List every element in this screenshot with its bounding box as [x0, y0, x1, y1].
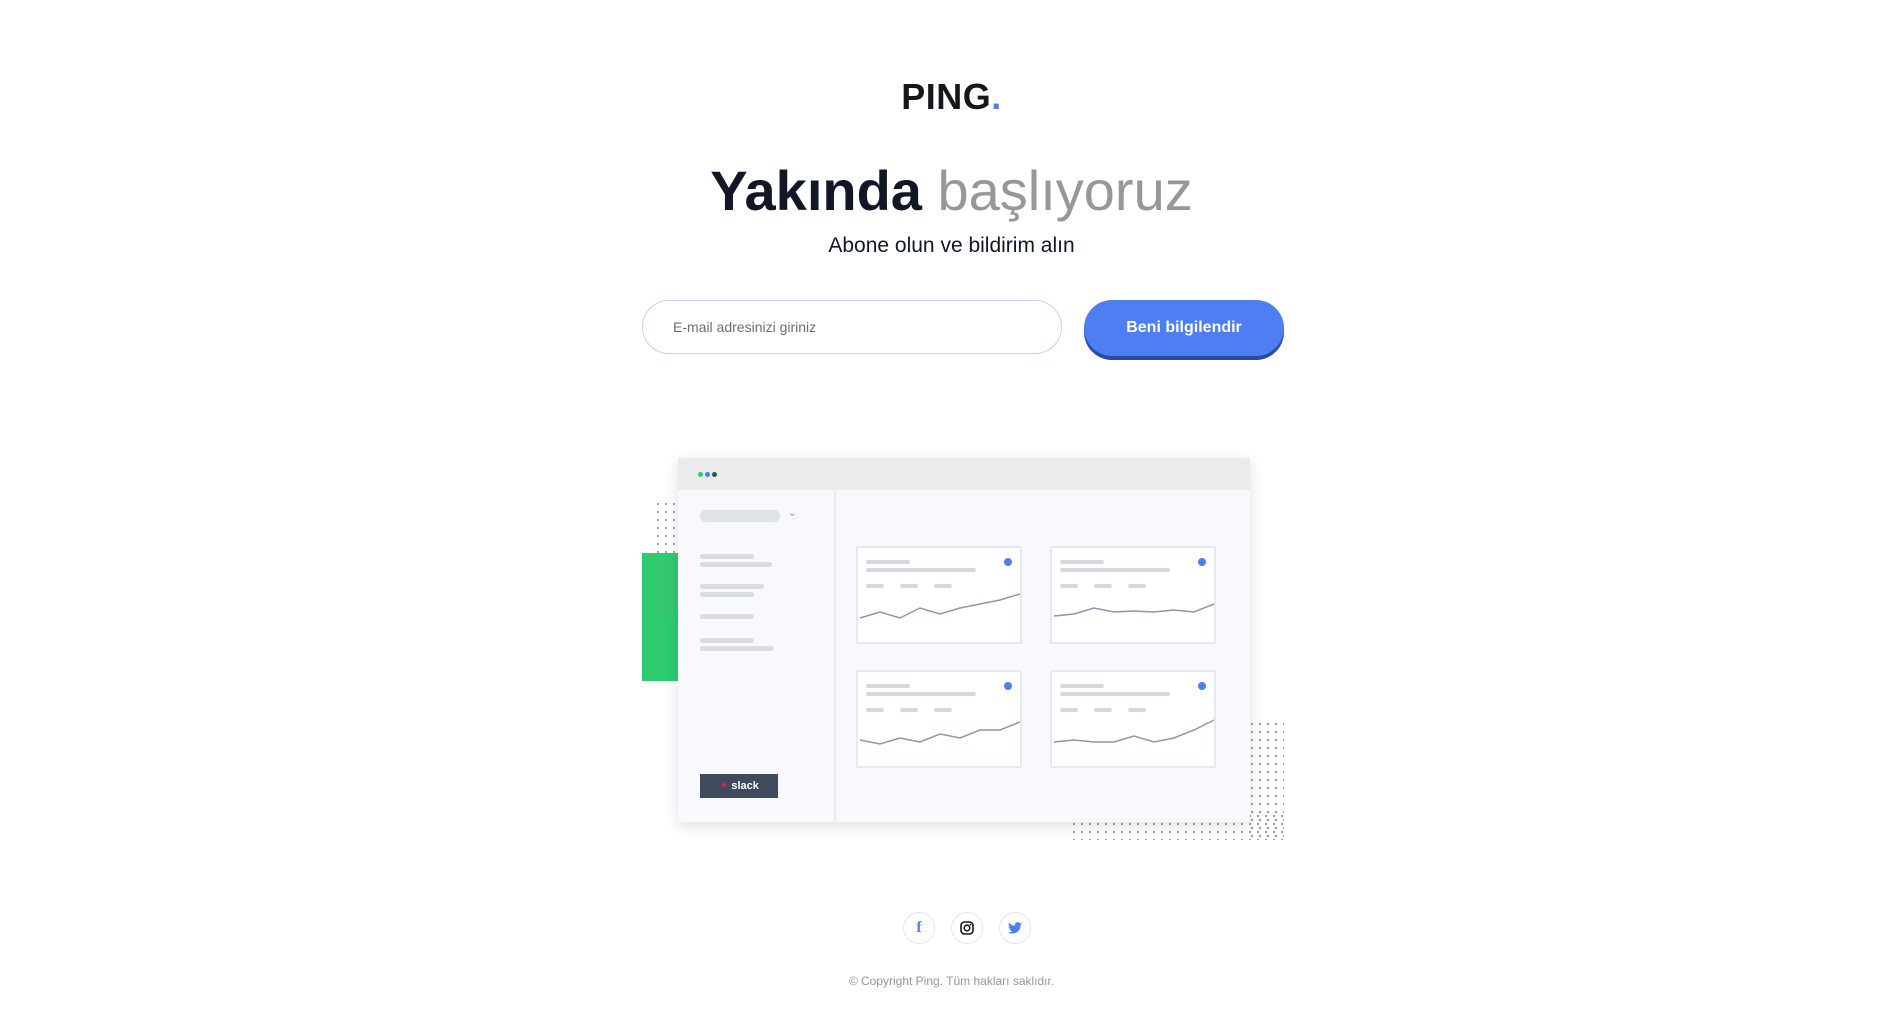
sidebar-line — [700, 584, 764, 589]
headline-light: başlıyoruz — [937, 159, 1193, 222]
sparkline — [859, 721, 1021, 745]
mockup-card — [1050, 670, 1216, 768]
chevron-down-icon: ⌄ — [788, 508, 797, 519]
window-dot-green — [698, 472, 703, 477]
window-titlebar — [678, 458, 1250, 490]
email-input[interactable] — [642, 300, 1062, 354]
sidebar-line — [700, 592, 754, 597]
notify-me-button[interactable]: Beni bilgilendir — [1084, 300, 1284, 356]
window-dot-blue — [705, 472, 710, 477]
logo-dot: . — [991, 76, 1002, 117]
coming-soon-page: PING. Yakında başlıyoruz Abone olun ve b… — [0, 0, 1903, 1032]
twitter-icon[interactable] — [999, 912, 1031, 944]
slack-badge: ✦ slack — [700, 774, 778, 798]
page-title: Yakında başlıyoruz — [0, 158, 1903, 224]
sparkline — [1053, 603, 1215, 617]
sidebar-line — [700, 646, 774, 651]
window-dot-dark — [712, 472, 717, 477]
headline-strong: Yakında — [710, 159, 922, 222]
sparkline — [859, 593, 1021, 619]
logo-text: PING — [901, 76, 992, 117]
logo: PING. — [0, 76, 1903, 118]
mockup-card — [856, 670, 1022, 768]
sidebar-line — [700, 554, 754, 559]
mockup-window: ⌄ ✦ slack — [678, 458, 1250, 822]
subtitle: Abone olun ve bildirim alın — [828, 234, 1075, 257]
sidebar-line — [700, 638, 754, 643]
mockup-card — [1050, 546, 1216, 644]
mockup-select — [700, 510, 780, 522]
dashboard-illustration: ⌄ ✦ slack — [640, 450, 1290, 850]
sidebar-line — [700, 562, 772, 567]
slack-icon: ✦ — [719, 780, 729, 792]
copyright-text: © Copyright Ping. Tüm hakları saklıdır. — [848, 974, 1055, 988]
sidebar-line — [700, 614, 754, 619]
mockup-sidebar: ⌄ ✦ slack — [678, 490, 836, 822]
slack-label: slack — [731, 780, 759, 792]
instagram-icon[interactable] — [951, 912, 983, 944]
facebook-icon[interactable]: f — [903, 912, 935, 944]
mockup-card — [856, 546, 1022, 644]
facebook-glyph: f — [916, 919, 922, 936]
sparkline — [1053, 719, 1215, 743]
